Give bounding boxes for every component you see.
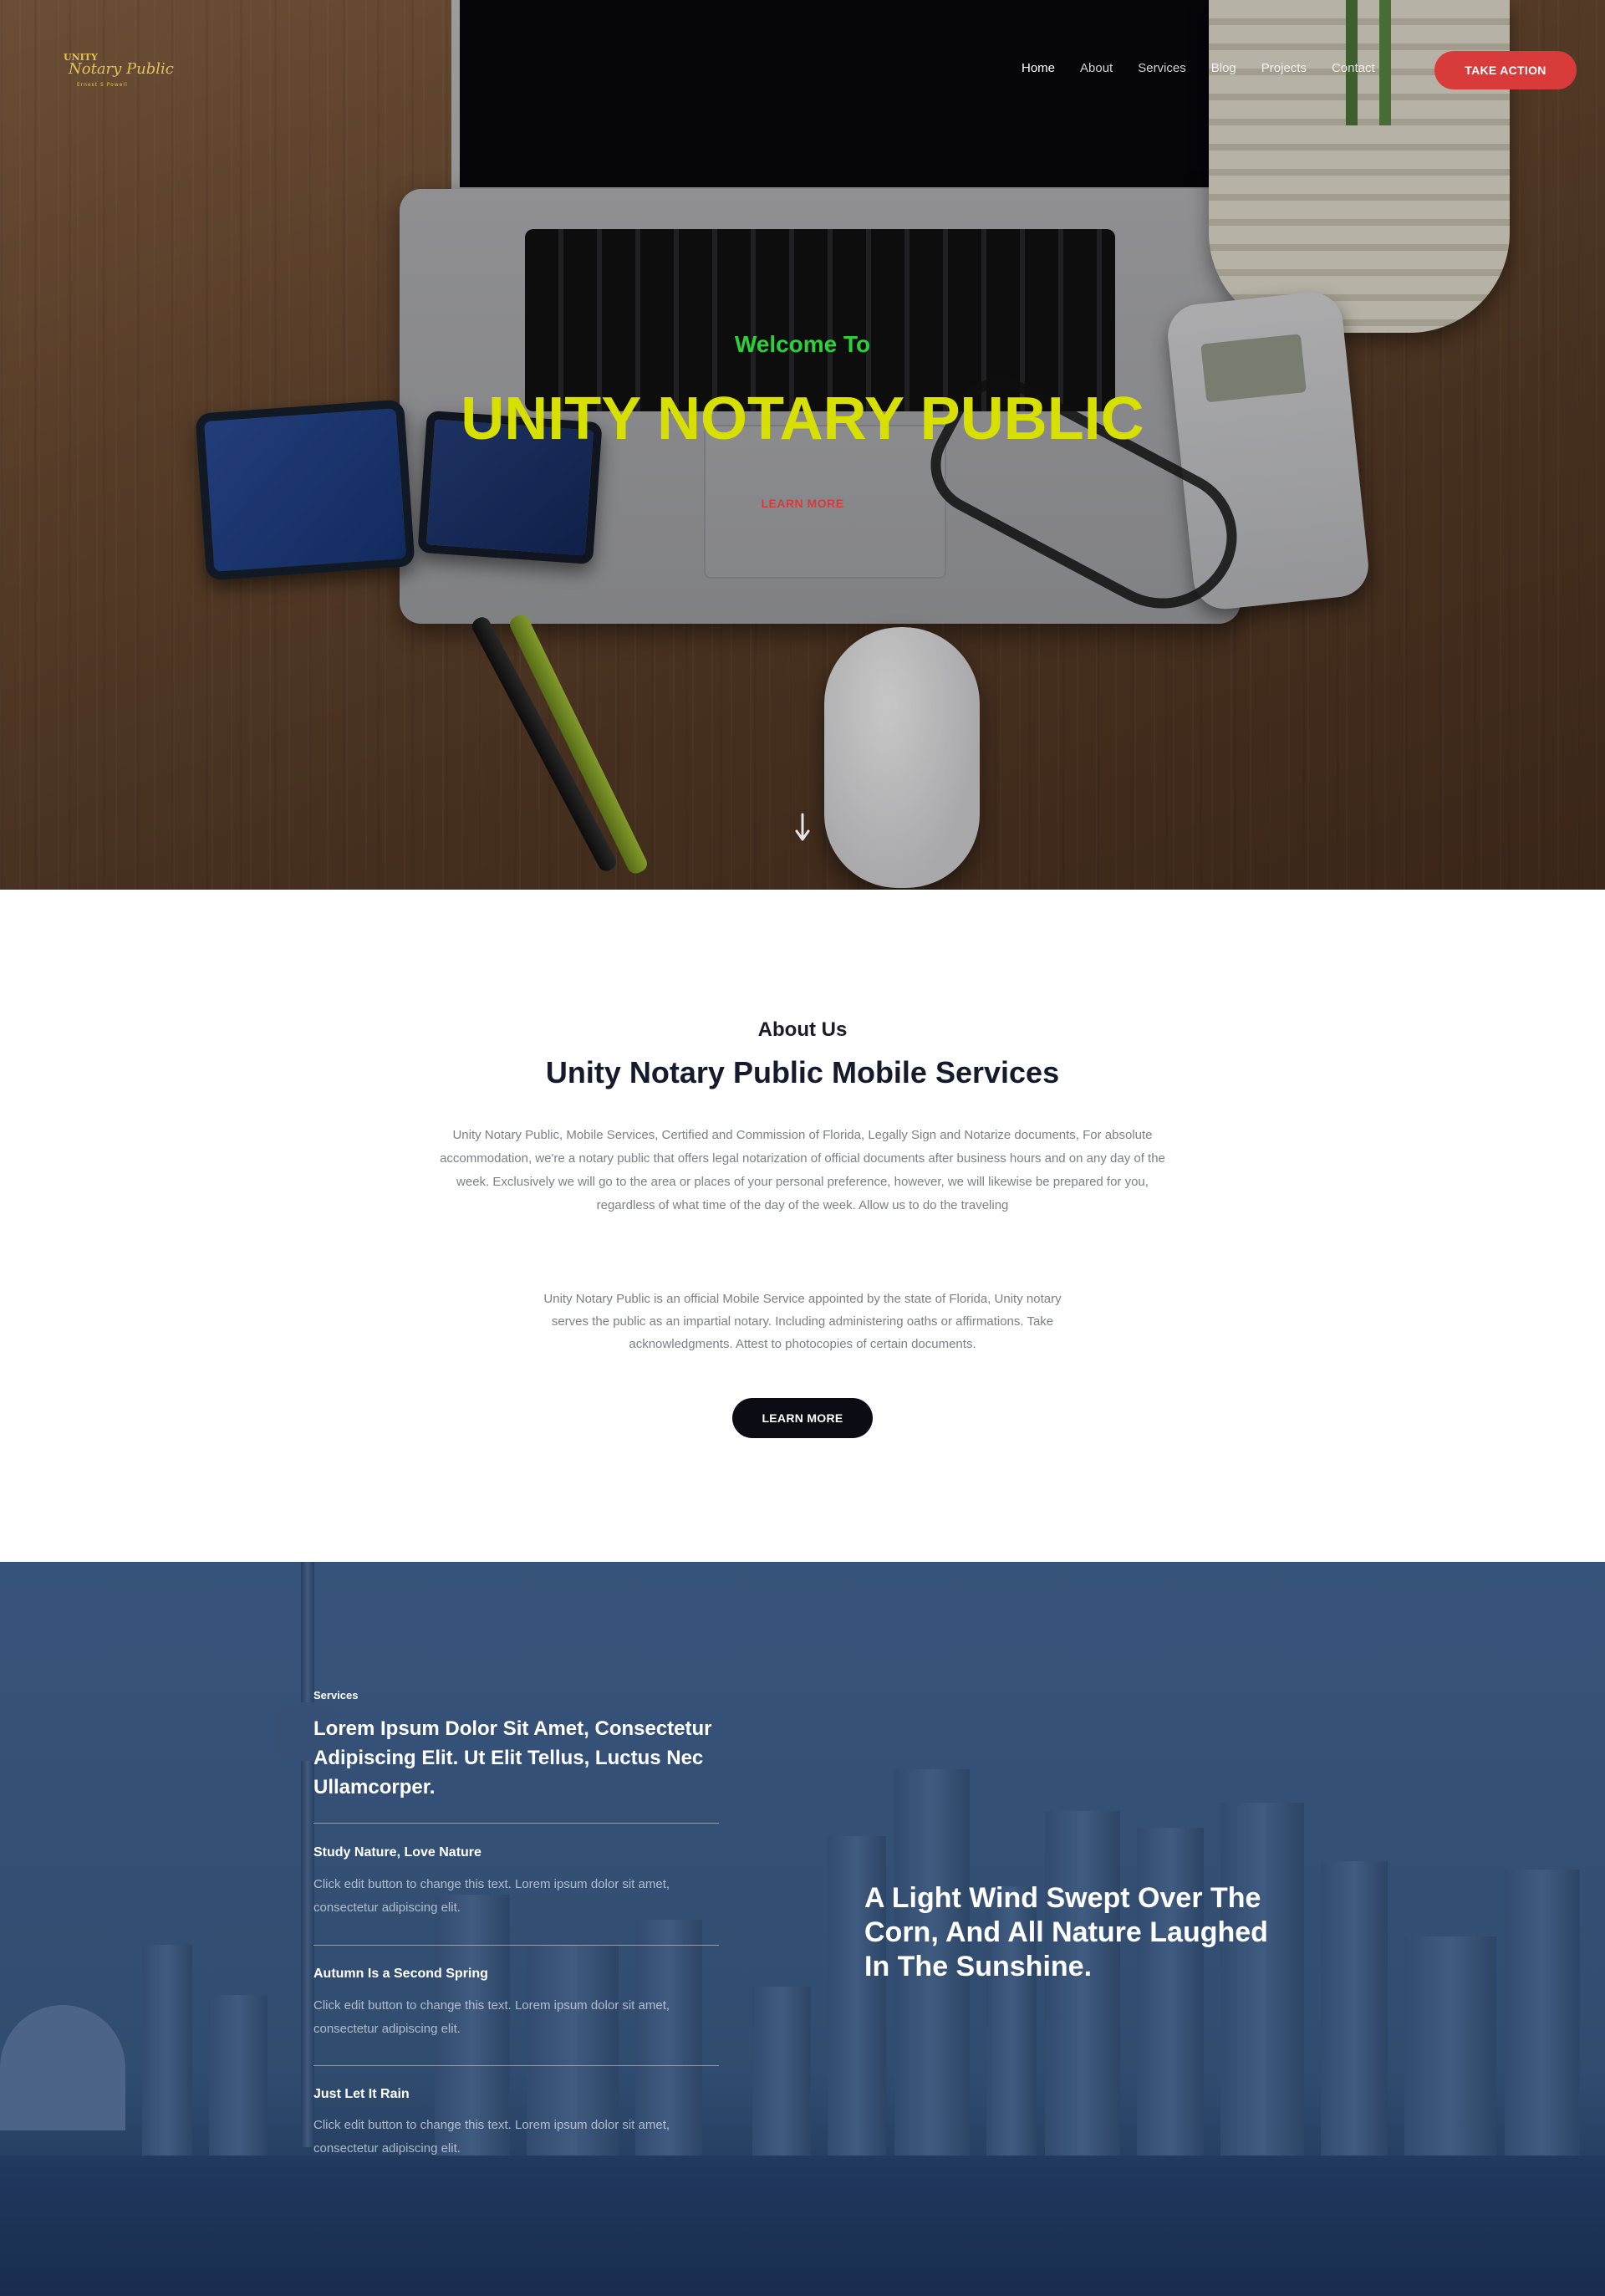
nav-home[interactable]: Home: [1022, 61, 1055, 75]
hero-section: UNITY Notary Public Ernest S Powell Home…: [0, 0, 1605, 890]
services-title: Lorem Ipsum Dolor Sit Amet, Consectetur …: [313, 1717, 712, 1799]
hero-learn-more-link[interactable]: LEARN MORE: [719, 497, 886, 510]
service-item-title: Study Nature, Love Nature: [313, 1845, 482, 1860]
divider: [313, 1945, 719, 1946]
about-eyebrow: About Us: [757, 1018, 848, 1041]
site-logo[interactable]: UNITY Notary Public Ernest S Powell: [64, 52, 174, 94]
about-learn-more-button[interactable]: LEARN MORE: [732, 1398, 873, 1438]
services-quote: A Light Wind Swept Over The Corn, And Al…: [864, 1882, 1268, 1982]
services-background: [0, 1562, 1605, 2296]
about-title: Unity Notary Public Mobile Services: [545, 1055, 1060, 1089]
nav-contact[interactable]: Contact: [1332, 61, 1375, 75]
hero-title: UNITY NOTARY PUBLIC: [461, 385, 1144, 452]
take-action-button[interactable]: TAKE ACTION: [1434, 51, 1577, 89]
logo-main-text: Notary Public: [69, 60, 174, 78]
arrow-down-icon[interactable]: [794, 813, 811, 843]
nav-about[interactable]: About: [1080, 61, 1113, 75]
about-paragraph: Unity Notary Public, Mobile Services, Ce…: [440, 1128, 1165, 1212]
nav-projects[interactable]: Projects: [1261, 61, 1307, 75]
divider: [313, 2065, 719, 2066]
nav-services[interactable]: Services: [1138, 61, 1186, 75]
services-overlay: [0, 1562, 1605, 2296]
main-nav: Home About Services Blog Projects Contac…: [1022, 61, 1400, 75]
service-item-text: Click edit button to change this text. L…: [313, 2118, 670, 2156]
services-eyebrow: Services: [313, 1689, 359, 1702]
nav-blog[interactable]: Blog: [1211, 61, 1236, 75]
service-item-text: Click edit button to change this text. L…: [313, 1877, 670, 1915]
service-item-text: Click edit button to change this text. L…: [313, 1998, 670, 2036]
divider: [313, 1823, 719, 1824]
service-item-title: Just Let It Rain: [313, 2087, 410, 2101]
hero-welcome-text: Welcome To: [734, 331, 871, 357]
logo-sub-text: Ernest S Powell: [77, 82, 128, 88]
about-paragraph: Unity Notary Public is an official Mobil…: [543, 1292, 1062, 1351]
service-item-title: Autumn Is a Second Spring: [313, 1967, 488, 1981]
